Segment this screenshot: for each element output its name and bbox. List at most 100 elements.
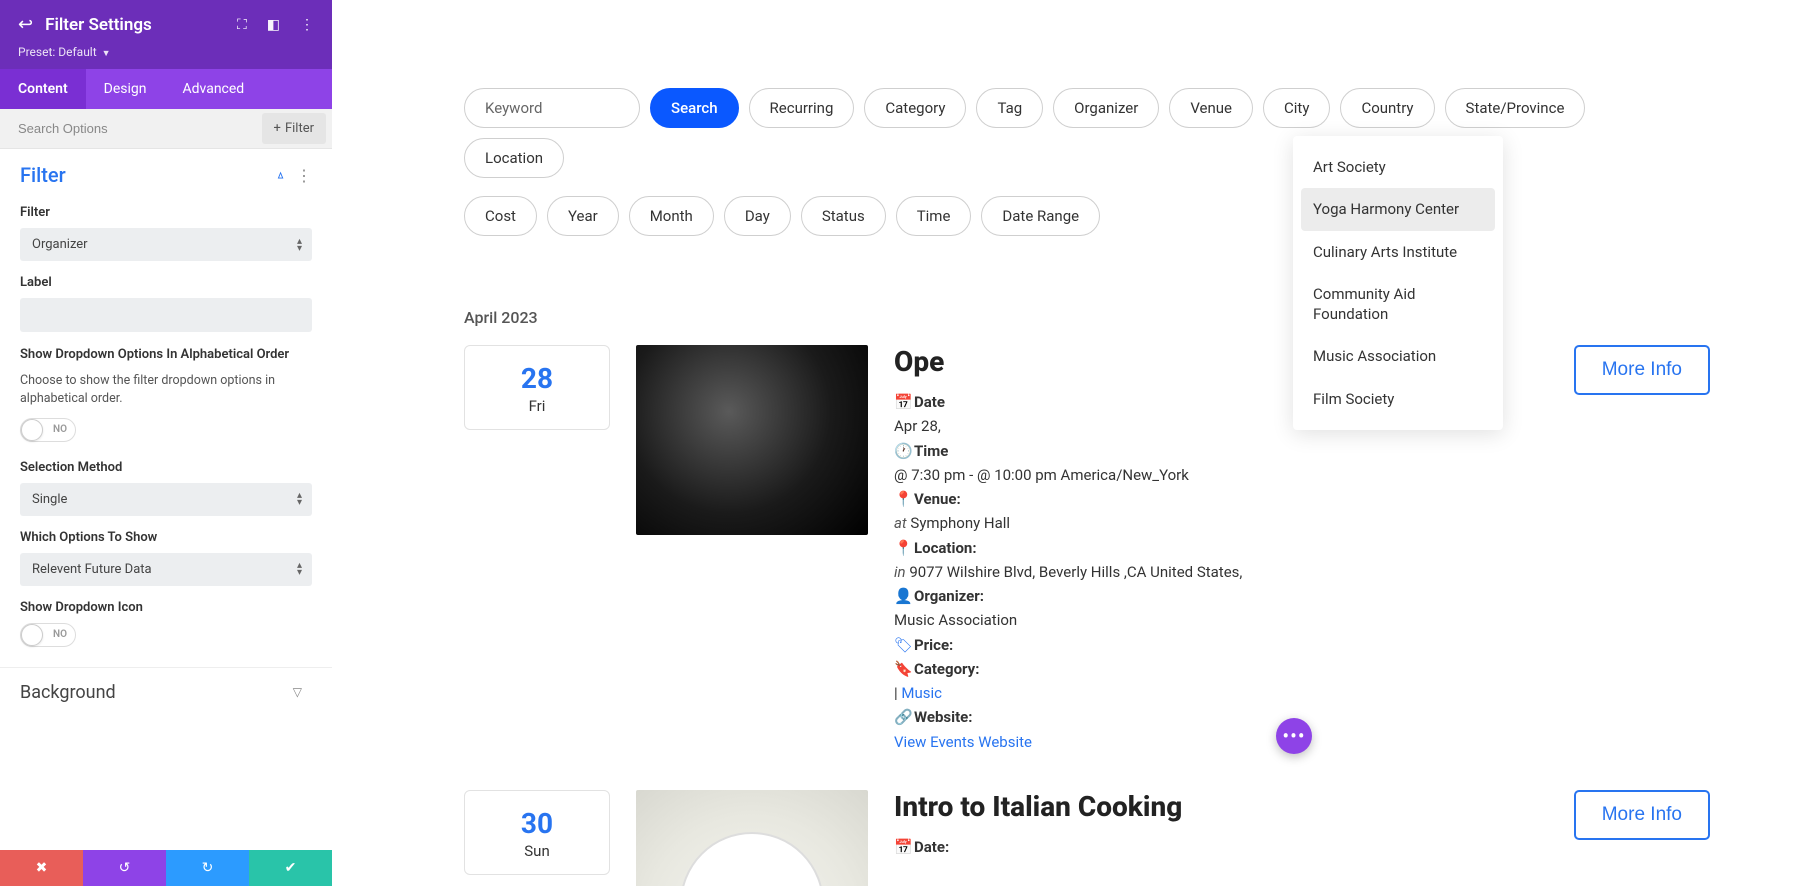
- undo-button[interactable]: ↺: [83, 850, 166, 886]
- tab-advanced[interactable]: Advanced: [165, 69, 263, 109]
- filter-select-value: Organizer: [32, 237, 88, 252]
- toggle-knob: [21, 624, 43, 646]
- organizer-option[interactable]: Community Aid Foundation: [1293, 273, 1503, 336]
- location-prefix: in: [894, 563, 906, 581]
- more-info-button[interactable]: More Info: [1574, 345, 1710, 395]
- calendar-icon: 📅: [894, 392, 910, 412]
- expand-icon[interactable]: ⛶: [237, 17, 247, 33]
- event-date-card: 28 Fri: [464, 345, 610, 430]
- label-input[interactable]: [20, 298, 312, 332]
- event-title: Intro to Italian Cooking: [894, 790, 1548, 823]
- time-pill[interactable]: Time: [896, 196, 972, 236]
- which-options-value: Relevent Future Data: [32, 562, 152, 577]
- year-pill[interactable]: Year: [547, 196, 619, 236]
- search-pill[interactable]: Search: [650, 88, 739, 128]
- sidebar-title: Filter Settings: [45, 15, 217, 35]
- add-filter-button[interactable]: + Filter: [262, 113, 326, 144]
- which-options-select[interactable]: Relevent Future Data ▴▾: [20, 553, 312, 586]
- date-label: Date: [914, 393, 945, 411]
- website-label: Website:: [914, 708, 973, 726]
- event-card: 28 Fri Ope 📅Date Apr 28, 🕐Time @ 7:30 pm…: [464, 345, 1710, 756]
- section-filter-body: Filter Organizer ▴▾ Label Show Dropdown …: [0, 205, 332, 667]
- section-filter-header[interactable]: Filter ㅿ ⋮: [0, 149, 332, 201]
- preview-pane: Keyword Search Recurring Category Tag Or…: [332, 0, 1800, 886]
- tag-pill[interactable]: Tag: [976, 88, 1043, 128]
- organizer-option[interactable]: Music Association: [1293, 335, 1503, 377]
- organizer-pill[interactable]: Organizer: [1053, 88, 1159, 128]
- settings-sidebar: ↩ Filter Settings ⛶ ◧ ⋮ Preset: Default …: [0, 0, 332, 886]
- day-pill[interactable]: Day: [724, 196, 791, 236]
- person-icon: 👤: [894, 586, 910, 606]
- search-options-input[interactable]: [0, 109, 262, 148]
- price-tag-icon: 🏷: [894, 635, 910, 655]
- section-background-header[interactable]: Background ▽: [0, 668, 332, 717]
- selection-method-select[interactable]: Single ▴▾: [20, 483, 312, 516]
- alpha-order-title: Show Dropdown Options In Alphabetical Or…: [20, 346, 312, 364]
- tab-content[interactable]: Content: [0, 69, 86, 109]
- daterange-pill[interactable]: Date Range: [981, 196, 1100, 236]
- preset-selector[interactable]: Preset: Default ▼: [0, 45, 332, 69]
- city-pill[interactable]: City: [1263, 88, 1330, 128]
- organizer-option[interactable]: Culinary Arts Institute: [1293, 231, 1503, 273]
- select-arrows-icon: ▴▾: [297, 562, 302, 576]
- status-pill[interactable]: Status: [801, 196, 886, 236]
- event-image: [636, 345, 868, 535]
- alpha-order-toggle[interactable]: NO: [20, 418, 76, 442]
- save-button[interactable]: ✔: [249, 850, 332, 886]
- selection-method-value: Single: [32, 492, 67, 507]
- keyword-pill[interactable]: Keyword: [464, 88, 640, 128]
- organizer-option[interactable]: Film Society: [1293, 378, 1503, 420]
- back-icon[interactable]: ↩: [18, 14, 33, 35]
- country-pill[interactable]: Country: [1340, 88, 1434, 128]
- location-label: Location:: [914, 539, 977, 557]
- calendar-icon: 📅: [894, 837, 910, 857]
- cost-pill[interactable]: Cost: [464, 196, 537, 236]
- month-header: April 2023: [464, 308, 1760, 327]
- category-link[interactable]: Music: [901, 684, 942, 702]
- organizer-option-selected[interactable]: Yoga Harmony Center: [1301, 188, 1495, 230]
- toggle-knob: [21, 419, 43, 441]
- filter-field-label: Filter: [20, 205, 312, 220]
- selection-method-label: Selection Method: [20, 460, 312, 475]
- section-menu-icon[interactable]: ⋮: [296, 166, 312, 185]
- event-card: 30 Sun Intro to Italian Cooking 📅Date: M…: [464, 790, 1710, 886]
- clock-icon: 🕐: [894, 441, 910, 461]
- venue-pill[interactable]: Venue: [1169, 88, 1253, 128]
- organizer-option[interactable]: Art Society: [1293, 146, 1503, 188]
- organizer-label: Organizer:: [914, 587, 984, 605]
- settings-tabs: Content Design Advanced: [0, 69, 332, 109]
- which-options-label: Which Options To Show: [20, 530, 312, 545]
- event-image: [636, 790, 868, 886]
- category-pill[interactable]: Category: [864, 88, 966, 128]
- date-day: Fri: [465, 397, 609, 415]
- venue-prefix: at: [894, 514, 907, 532]
- more-info-button[interactable]: More Info: [1574, 790, 1710, 840]
- event-date-card: 30 Sun: [464, 790, 610, 875]
- filter-select[interactable]: Organizer ▴▾: [20, 228, 312, 261]
- state-pill[interactable]: State/Province: [1445, 88, 1586, 128]
- section-filter-title: Filter: [20, 163, 275, 187]
- location-value: 9077 Wilshire Blvd, Beverly Hills ,CA Un…: [909, 563, 1242, 581]
- date-number: 28: [465, 362, 609, 395]
- sidebar-header: ↩ Filter Settings ⛶ ◧ ⋮: [0, 0, 332, 45]
- website-link[interactable]: View Events Website: [894, 733, 1032, 751]
- month-pill[interactable]: Month: [629, 196, 714, 236]
- sidebar-body: Filter ㅿ ⋮ Filter Organizer ▴▾ Label Sho…: [0, 149, 332, 850]
- time-value: @ 7:30 pm - @ 10:00 pm America/New_York: [894, 465, 1548, 485]
- toggle-label-no: NO: [53, 424, 67, 435]
- tab-design[interactable]: Design: [86, 69, 165, 109]
- show-dropdown-icon-toggle[interactable]: NO: [20, 623, 76, 647]
- redo-button[interactable]: ↻: [166, 850, 249, 886]
- category-label: Category:: [914, 660, 979, 678]
- discard-button[interactable]: ✖: [0, 850, 83, 886]
- panel-icon[interactable]: ◧: [267, 17, 280, 33]
- more-icon[interactable]: ⋮: [300, 17, 314, 33]
- fab-more-icon[interactable]: •••: [1276, 718, 1312, 754]
- venue-value: Symphony Hall: [910, 514, 1010, 532]
- pin-icon: 📍: [894, 538, 910, 558]
- select-arrows-icon: ▴▾: [297, 492, 302, 506]
- location-pill[interactable]: Location: [464, 138, 564, 178]
- date-day: Sun: [465, 842, 609, 860]
- recurring-pill[interactable]: Recurring: [749, 88, 855, 128]
- link-icon: 🔗: [894, 707, 910, 727]
